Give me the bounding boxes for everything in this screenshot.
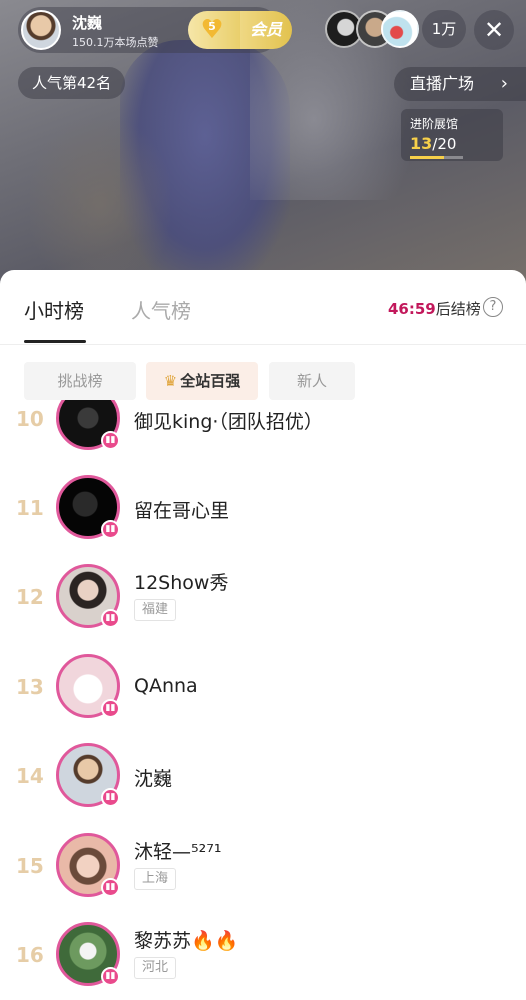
gallery-progress-bar	[410, 156, 463, 159]
live-video: 沈巍 150.1万本场点赞 ♥ 5 会员 1万 ✕ 人气第42名 直播广场 › …	[0, 0, 526, 290]
subtab-challenge[interactable]: 挑战榜	[24, 362, 136, 400]
advanced-gallery-widget[interactable]: 进阶展馆 13/20	[401, 109, 503, 161]
tab-popularity[interactable]: 人气榜	[131, 295, 191, 324]
ranking-row[interactable]: 10 ▮▮ 御见king·（团队招优）	[0, 400, 526, 464]
fan-club-badge[interactable]: ♥ 5	[188, 11, 240, 49]
streamer-avatar[interactable]: ▮▮	[56, 564, 120, 628]
streamer-avatar[interactable]: ▮▮	[56, 475, 120, 539]
countdown-time: 46:59	[388, 300, 436, 318]
ranking-row[interactable]: 16 ▮▮ 黎苏苏🔥🔥 河北	[0, 910, 526, 1000]
subtab-newcomer[interactable]: 新人	[269, 362, 355, 400]
ranking-row[interactable]: 15 ▮▮ 沐轻—⁵²⁷¹ 上海	[0, 821, 526, 911]
streamer-name: 御见king·（团队招优）	[134, 411, 323, 433]
gallery-progress-text: 13/20	[410, 134, 456, 153]
ranking-row[interactable]: 11 ▮▮ 留在哥心里	[0, 463, 526, 553]
popularity-rank[interactable]: 人气第42名	[18, 67, 126, 99]
location-tag: 河北	[134, 957, 177, 979]
divider	[0, 344, 526, 345]
live-plaza-label: 直播广场	[410, 74, 475, 93]
chevron-right-icon: ›	[500, 73, 508, 94]
streamer-avatar[interactable]: ▮▮	[56, 743, 120, 807]
host-avatar[interactable]	[21, 10, 61, 50]
rank-number: 10	[16, 407, 44, 431]
live-bars-icon: ▮▮	[101, 520, 120, 539]
subtab-top100[interactable]: ♛ 全站百强	[146, 362, 258, 400]
streamer-name: 12Show秀	[134, 572, 229, 594]
gallery-title: 进阶展馆	[410, 117, 459, 131]
question-icon[interactable]: ?	[483, 297, 503, 317]
live-plaza-button[interactable]: 直播广场 ›	[394, 67, 526, 101]
streamer-name: 沐轻—⁵²⁷¹	[134, 841, 222, 863]
live-bars-icon: ▮▮	[101, 967, 120, 986]
live-bars-icon: ▮▮	[101, 788, 120, 807]
streamer-avatar[interactable]: ▮▮	[56, 654, 120, 718]
host-info-chip[interactable]: 沈巍 150.1万本场点赞 ♥ 5 会员	[18, 7, 292, 53]
live-bars-icon: ▮▮	[101, 878, 120, 897]
viewer-count[interactable]: 1万	[422, 10, 466, 48]
vip-button[interactable]: 会员	[240, 11, 292, 49]
live-bars-icon: ▮▮	[101, 431, 120, 450]
fan-level: 5	[208, 20, 216, 33]
ranking-row[interactable]: 13 ▮▮ QAnna	[0, 642, 526, 732]
location-tag: 上海	[134, 868, 177, 890]
rank-number: 14	[16, 764, 44, 788]
rank-number: 11	[16, 496, 44, 520]
gallery-total: /20	[432, 135, 457, 153]
viewer-avatar[interactable]	[381, 10, 419, 48]
host-name: 沈巍	[72, 14, 103, 32]
streamer-avatar[interactable]: ▮▮	[56, 833, 120, 897]
streamer-name: 黎苏苏🔥🔥	[134, 930, 239, 952]
close-icon[interactable]: ✕	[474, 10, 514, 50]
countdown-suffix: 后结榜	[435, 300, 481, 318]
location-tag: 福建	[134, 599, 177, 621]
active-tab-indicator	[24, 340, 86, 343]
rank-number: 13	[16, 675, 44, 699]
rank-number: 16	[16, 943, 44, 967]
countdown: 46:59后结榜	[388, 298, 481, 319]
live-bars-icon: ▮▮	[101, 609, 120, 628]
ranking-sheet: 小时榜 人气榜 46:59后结榜 ? 挑战榜 ♛ 全站百强 新人 10 ▮▮ 御见ki…	[0, 270, 526, 1000]
ranking-list: 10 ▮▮ 御见king·（团队招优） 11 ▮▮ 留在哥心里 12 ▮▮ 12Show秀 福建 1…	[0, 400, 526, 1000]
streamer-name: QAnna	[134, 675, 198, 697]
rank-number: 15	[16, 854, 44, 878]
streamer-name: 沈巍	[134, 768, 173, 790]
tab-hourly[interactable]: 小时榜	[24, 295, 84, 324]
gallery-progress-fill	[410, 156, 445, 159]
rank-number: 12	[16, 585, 44, 609]
streamer-avatar[interactable]: ▮▮	[56, 400, 120, 450]
ranking-row[interactable]: 14 ▮▮ 沈巍	[0, 731, 526, 821]
crown-icon: ♛	[163, 372, 178, 390]
ranking-row[interactable]: 12 ▮▮ 12Show秀 福建	[0, 552, 526, 642]
gallery-current: 13	[410, 134, 433, 153]
live-bars-icon: ▮▮	[101, 699, 120, 718]
streamer-avatar[interactable]: ▮▮	[56, 922, 120, 986]
subtab-top100-label: 全站百强	[180, 372, 241, 390]
host-likes: 150.1万本场点赞	[72, 36, 159, 49]
streamer-name: 留在哥心里	[134, 500, 230, 522]
